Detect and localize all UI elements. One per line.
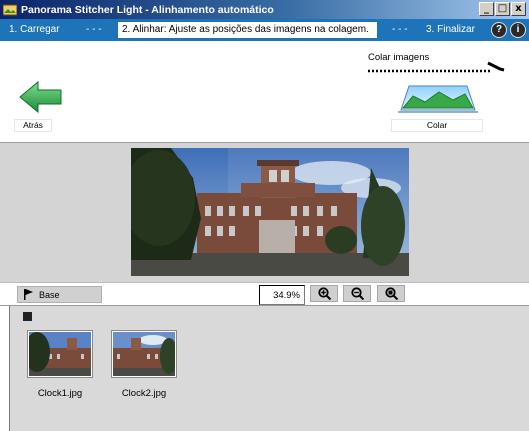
close-button[interactable]: x bbox=[511, 2, 526, 16]
step-alinhar-active: 2. Alinhar: Ajuste as posições das image… bbox=[118, 22, 377, 38]
thumbnail-image bbox=[24, 332, 91, 376]
collage-preview-area bbox=[0, 142, 529, 282]
thumbnail-label: Clock1.jpg bbox=[37, 388, 83, 399]
dotted-arrow-icon bbox=[368, 61, 505, 73]
zoom-in-button[interactable] bbox=[310, 285, 338, 302]
zoom-out-icon bbox=[350, 287, 364, 300]
help-button[interactable]: ? bbox=[491, 22, 507, 38]
info-button[interactable]: i bbox=[510, 22, 526, 38]
panel-marker-icon bbox=[23, 312, 32, 321]
title-bar: Panorama Stitcher Light - Alinhamento au… bbox=[0, 0, 529, 19]
back-button-label[interactable]: Atrás bbox=[14, 119, 52, 132]
thumbnail-label: Clock2.jpg bbox=[121, 388, 167, 399]
step-finalizar[interactable]: 3. Finalizar bbox=[426, 24, 475, 35]
zoom-fit-icon bbox=[384, 287, 398, 300]
base-button[interactable]: Base bbox=[17, 286, 102, 303]
colar-button-label[interactable]: Colar bbox=[391, 119, 483, 132]
thumbnail-clock2[interactable] bbox=[111, 330, 178, 378]
thumbnail-panel: Clock1.jpg Clock2.jpg bbox=[9, 306, 529, 431]
step-carregar[interactable]: 1. Carregar bbox=[9, 24, 60, 35]
zoom-level-field[interactable]: 34.9% bbox=[259, 285, 305, 305]
minimize-button[interactable]: _ bbox=[479, 2, 494, 16]
back-arrow-icon[interactable] bbox=[18, 80, 64, 114]
toolbar-row: Base 34.9% bbox=[0, 282, 529, 306]
step-separator: - - - bbox=[392, 24, 408, 35]
navigation-area: Atrás Colar imagens Colar bbox=[0, 41, 529, 142]
step-bar: 1. Carregar - - - 2. Alinhar: Ajuste as … bbox=[0, 19, 529, 41]
thumbnail-panel-margin bbox=[0, 306, 9, 431]
zoom-out-button[interactable] bbox=[343, 285, 371, 302]
colar-panorama-icon[interactable] bbox=[395, 80, 481, 116]
base-button-label: Base bbox=[39, 289, 60, 300]
zoom-fit-button[interactable] bbox=[377, 285, 405, 302]
maximize-button[interactable]: □ bbox=[495, 2, 510, 16]
flag-icon bbox=[24, 289, 33, 300]
app-icon bbox=[3, 4, 17, 15]
thumbnail-image bbox=[113, 332, 178, 376]
step-separator: - - - bbox=[86, 24, 102, 35]
zoom-in-icon bbox=[317, 287, 331, 300]
thumbnail-clock1[interactable] bbox=[24, 330, 93, 378]
panorama-preview-image[interactable] bbox=[131, 148, 409, 276]
window-title: Panorama Stitcher Light - Alinhamento au… bbox=[21, 3, 274, 16]
